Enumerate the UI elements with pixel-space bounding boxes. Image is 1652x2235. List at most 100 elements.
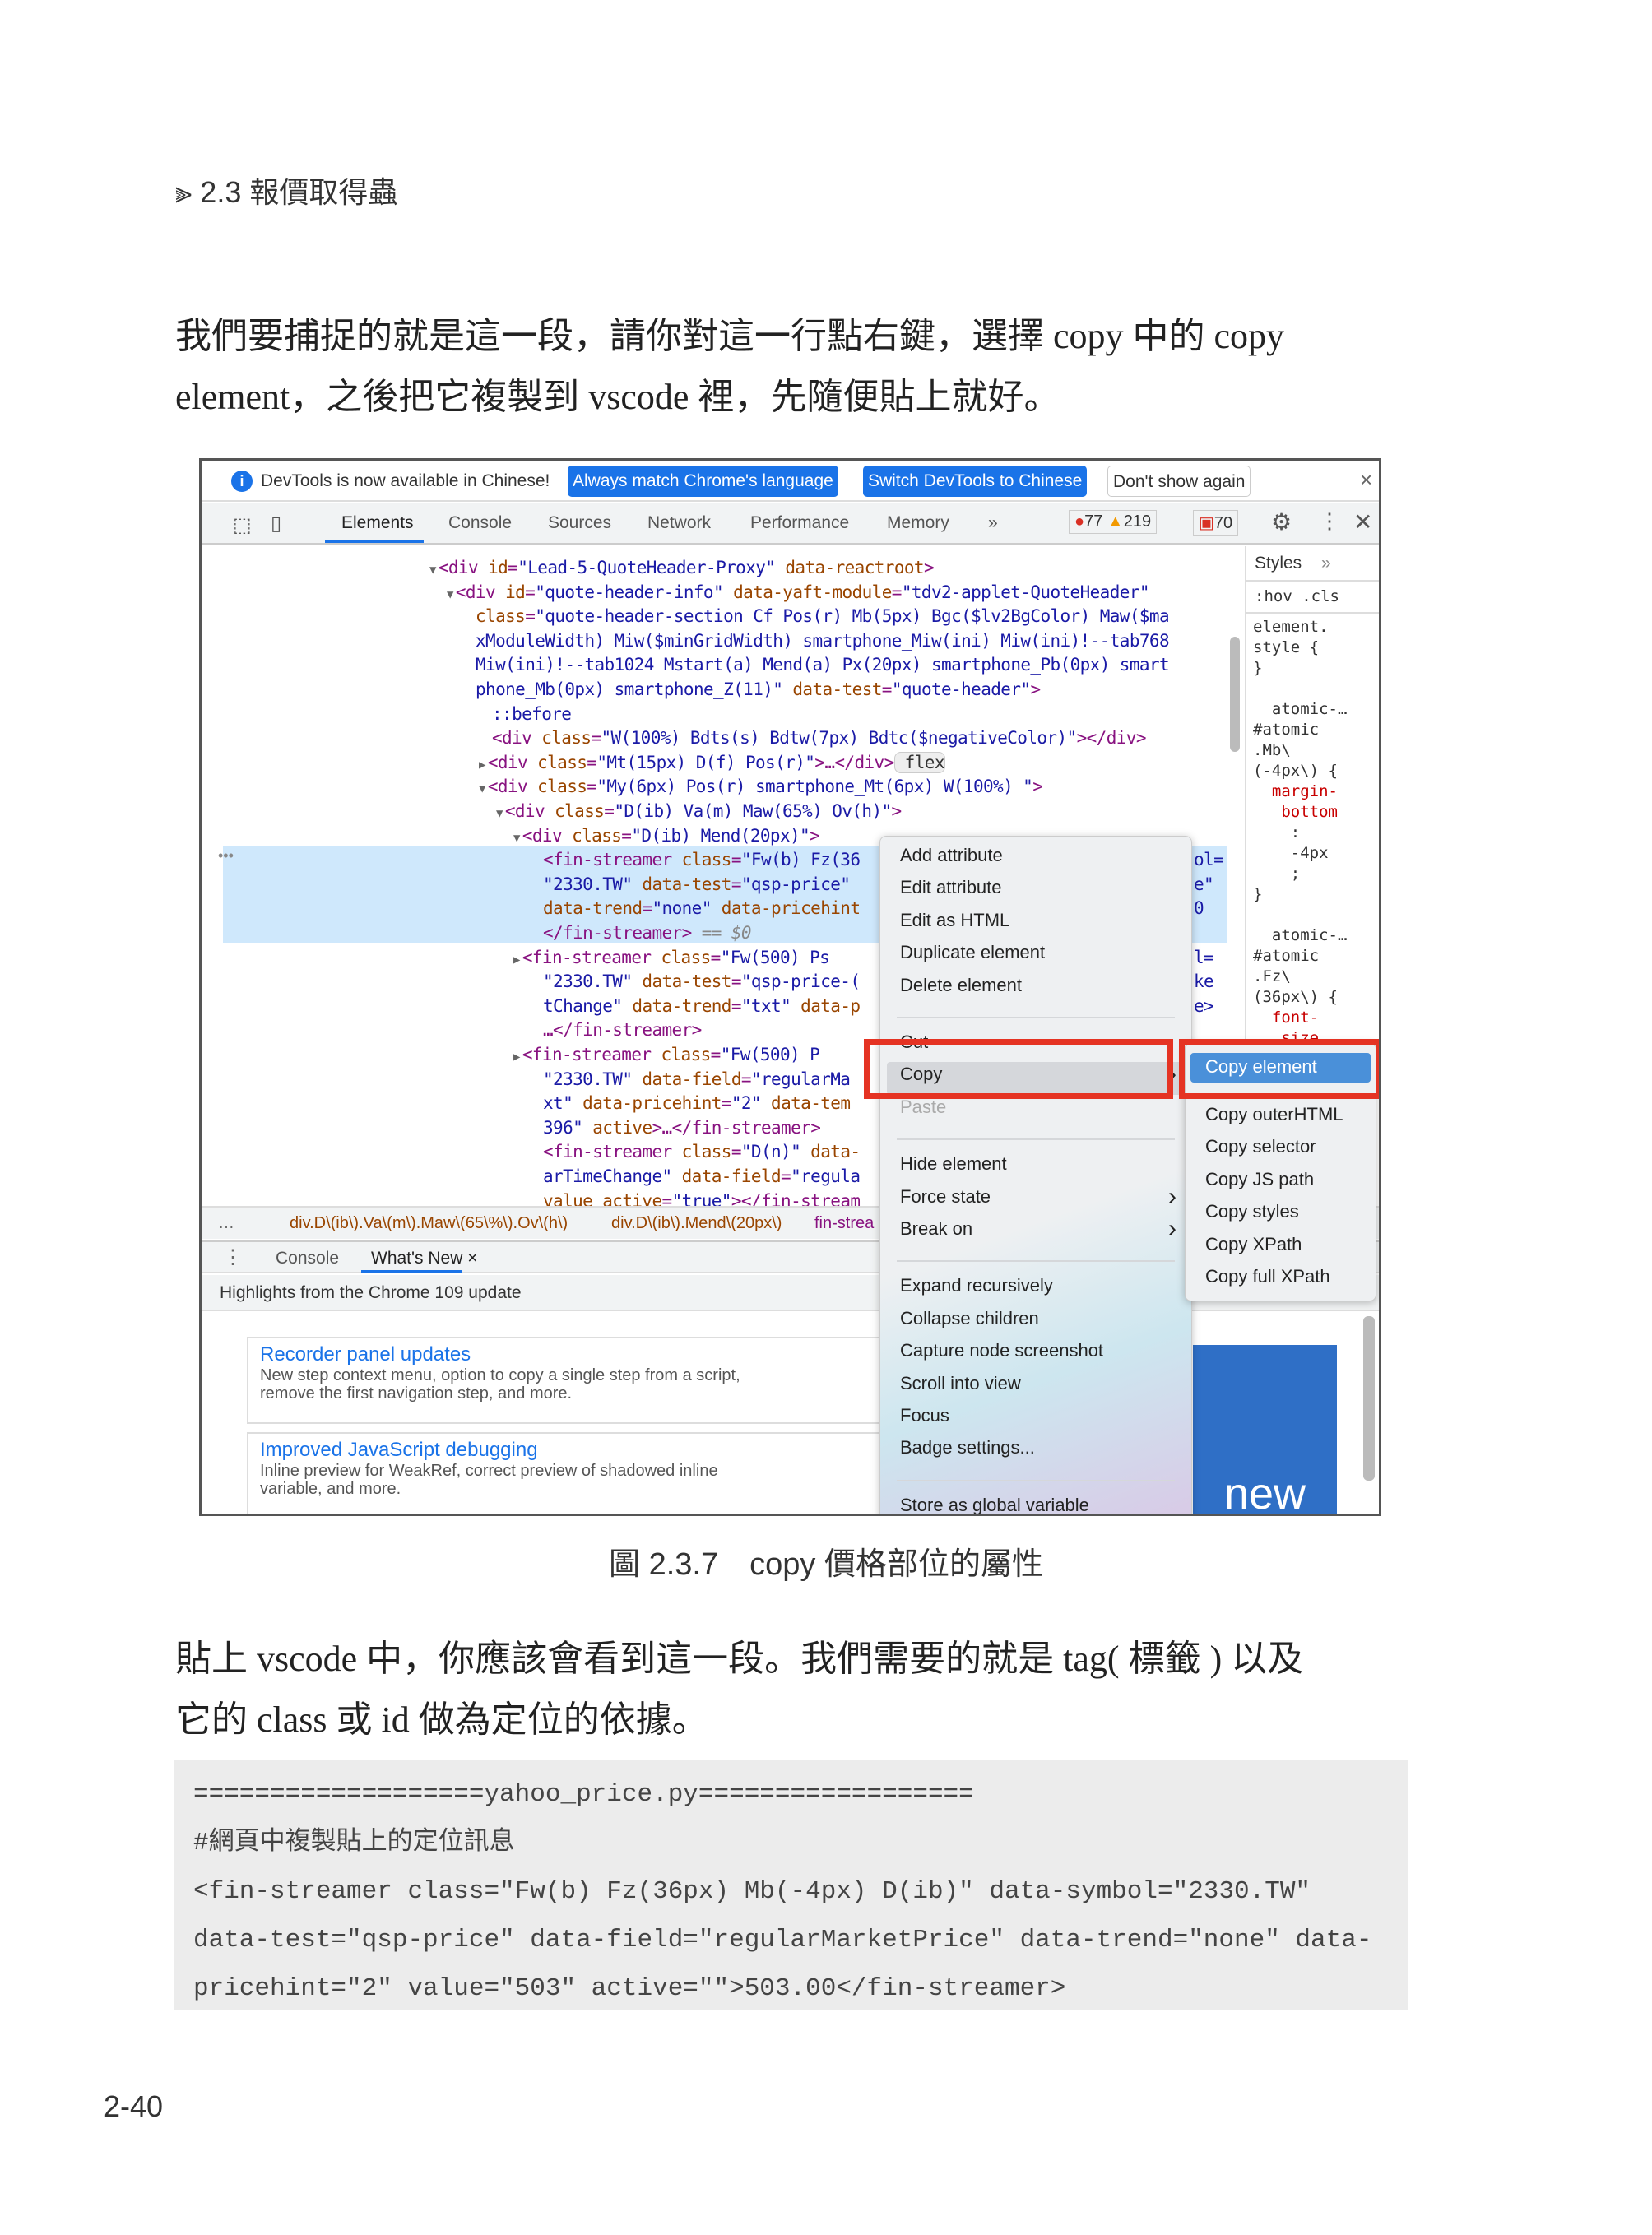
dom-node-line[interactable]: Miw(ini)!--tab1024 Mstart(a) Mend(a) Px(… [476, 653, 1170, 677]
menu-item-duplicate-element[interactable]: Duplicate element [900, 942, 1045, 963]
menu-item-break-on[interactable]: Break on [900, 1218, 972, 1240]
breadcrumb-item[interactable]: fin-strea [814, 1214, 874, 1233]
dom-node-line[interactable]: ▶ <div class="Mt(15px) D(f) Pos(r)">…</di… [479, 751, 945, 777]
dom-node-line[interactable]: 396" active>…</fin-streamer> [543, 1116, 821, 1140]
drawer-tab-whats-new[interactable]: What's New × [371, 1249, 477, 1268]
dom-node-line[interactable]: ::before [492, 702, 572, 726]
submenu-item-copy-full-xpath[interactable]: Copy full XPath [1205, 1266, 1330, 1287]
dom-node-line[interactable]: "2330.TW" data-field="regularMa [543, 1068, 851, 1092]
expand-toggle-icon[interactable]: ▶ [513, 953, 520, 967]
code-token: >…</div> [814, 752, 894, 772]
dom-node-line[interactable]: <div class="W(100%) Bdts(s) Bdtw(7px) Bd… [492, 726, 1146, 750]
dom-node-line[interactable]: <fin-streamer class="Fw(b) Fz(36 [543, 848, 861, 872]
drawer-tab-console[interactable]: Console [276, 1249, 339, 1268]
device-toolbar-icon[interactable]: ▯ [271, 512, 281, 536]
always-match-language-button[interactable]: Always match Chrome's language [568, 466, 838, 497]
dom-node-line[interactable]: ▼ <div id="quote-header-info" data-yaft-m… [447, 581, 1149, 607]
code-token: <div [492, 728, 542, 749]
close-tab-icon[interactable]: × [467, 1249, 477, 1268]
menu-item-collapse-children[interactable]: Collapse children [900, 1308, 1039, 1329]
tab-console[interactable]: Console [448, 513, 512, 533]
dont-show-again-button[interactable]: Don't show again [1107, 466, 1251, 497]
code-token: "regularMa [750, 1069, 851, 1089]
tab--[interactable]: » [988, 513, 998, 533]
dom-node-line[interactable]: ▼ <div class="D(ib) Mend(20px)"> [513, 824, 820, 851]
code-token: "Fw(b) Fz(36 [740, 850, 861, 870]
dom-node-line[interactable]: …</fin-streamer> [543, 1018, 702, 1042]
dom-node-line[interactable]: arTimeChange" data-field="regula [543, 1165, 861, 1189]
dom-node-line[interactable]: xModuleWidth) Miw($minGridWidth) smartph… [476, 629, 1170, 653]
menu-item-paste[interactable]: Paste [900, 1097, 946, 1118]
dom-node-line[interactable]: ▶ <fin-streamer class="Fw(500) P [513, 1043, 820, 1069]
breadcrumb-item[interactable]: div.D\(ib\).Mend\(20px\) [611, 1214, 782, 1233]
expand-toggle-icon[interactable]: ▼ [513, 832, 520, 845]
menu-item-delete-element[interactable]: Delete element [900, 975, 1022, 996]
menu-item-scroll-into-view[interactable]: Scroll into view [900, 1373, 1021, 1394]
dom-node-line[interactable]: ▶ <fin-streamer class="Fw(500) Ps [513, 946, 830, 972]
submenu-item-copy-selector[interactable]: Copy selector [1205, 1136, 1316, 1157]
drawer-menu-icon[interactable]: ⋮ [223, 1245, 243, 1269]
styles-tab[interactable]: Styles [1255, 554, 1302, 573]
expand-toggle-icon[interactable]: ▼ [496, 807, 503, 820]
dom-node-line[interactable]: ▼ <div class="My(6px) Pos(r) smartphone_M… [479, 775, 1043, 801]
issues-badge[interactable]: ▣70 [1193, 510, 1239, 536]
menu-item-hide-element[interactable]: Hide element [900, 1153, 1007, 1175]
dom-node-line[interactable]: ▼ <div id="Lead-5-QuoteHeader-Proxy" data… [429, 556, 935, 582]
dom-node-line[interactable]: </fin-streamer> == $0 [543, 921, 752, 945]
menu-item-edit-as-html[interactable]: Edit as HTML [900, 910, 1009, 931]
expand-toggle-icon[interactable]: ▶ [513, 1050, 520, 1064]
dom-node-line[interactable]: data-trend="none" data-pricehint [543, 897, 861, 920]
menu-item-force-state[interactable]: Force state [900, 1186, 991, 1208]
card-title[interactable]: Improved JavaScript debugging [248, 1434, 903, 1462]
dom-node-line[interactable]: <fin-streamer class="D(n)" data- [543, 1140, 861, 1164]
dom-node-line[interactable]: phone_Mb(0px) smartphone_Z(11)" data-tes… [476, 678, 1041, 702]
menu-item-edit-attribute[interactable]: Edit attribute [900, 877, 1002, 898]
more-tabs-icon[interactable]: » [1321, 554, 1331, 573]
menu-item-add-attribute[interactable]: Add attribute [900, 845, 1003, 866]
card-title[interactable]: Recorder panel updates [248, 1338, 903, 1366]
code-token: > [1032, 777, 1043, 797]
tab-performance[interactable]: Performance [750, 513, 849, 533]
expand-toggle-icon[interactable]: ▼ [429, 563, 436, 577]
tab-memory[interactable]: Memory [887, 513, 949, 533]
close-icon[interactable]: × [1360, 467, 1372, 493]
submenu-item-copy-outerhtml[interactable]: Copy outerHTML [1205, 1104, 1343, 1125]
card-body: variable, and more. [260, 1480, 401, 1498]
drawer-scrollbar[interactable] [1363, 1316, 1375, 1481]
tab-network[interactable]: Network [647, 513, 711, 533]
dom-node-line[interactable]: ▼ <div class="D(ib) Va(m) Maw(65%) Ov(h)"… [496, 800, 902, 826]
console-counts-badge[interactable]: ●77 ▲219 [1069, 510, 1158, 534]
tab-sources[interactable]: Sources [548, 513, 611, 533]
menu-item-badge-settings-[interactable]: Badge settings... [900, 1437, 1035, 1458]
code-token: phone_Mb(0px) smartphone_Z(11)" [476, 679, 783, 699]
close-devtools-icon[interactable]: ✕ [1353, 508, 1372, 536]
dom-node-line[interactable]: xt" data-pricehint="2" data-tem [543, 1092, 851, 1115]
news-card[interactable]: Recorder panel updates New step context … [247, 1337, 905, 1424]
menu-item-store-as-global-variable[interactable]: Store as global variable [900, 1495, 1089, 1514]
breadcrumb-ellipsis[interactable]: … [218, 1214, 234, 1233]
styles-filter[interactable]: :hov .cls [1246, 582, 1379, 614]
dom-node-line[interactable]: "2330.TW" data-test="qsp-price-( [543, 970, 861, 994]
highlights-text: Highlights from the Chrome 109 update [220, 1283, 522, 1302]
submenu-item-copy-styles[interactable]: Copy styles [1205, 1201, 1299, 1222]
dom-node-line[interactable]: tChange" data-trend="txt" data-p [543, 995, 861, 1018]
dom-node-line[interactable]: class="quote-header-section Cf Pos(r) Mb… [476, 605, 1170, 628]
dom-node-line[interactable]: "2330.TW" data-test="qsp-price" [543, 873, 851, 897]
expand-toggle-icon[interactable]: ▶ [479, 758, 485, 772]
news-card[interactable]: Improved JavaScript debugging Inline pre… [247, 1432, 905, 1514]
menu-item-expand-recursively[interactable]: Expand recursively [900, 1275, 1053, 1296]
submenu-item-copy-xpath[interactable]: Copy XPath [1205, 1234, 1302, 1255]
tab-elements[interactable]: Elements [341, 513, 414, 533]
switch-to-chinese-button[interactable]: Switch DevTools to Chinese [863, 466, 1088, 497]
inspect-element-icon[interactable]: ⬚ [233, 513, 252, 537]
submenu-item-copy-js-path[interactable]: Copy JS path [1205, 1169, 1314, 1190]
style-line: atomic-… [1253, 700, 1348, 718]
code-token: class [541, 728, 592, 749]
more-options-icon[interactable]: ⋮ [1319, 508, 1340, 534]
menu-item-capture-node-screenshot[interactable]: Capture node screenshot [900, 1340, 1103, 1361]
breadcrumb-item[interactable]: div.D\(ib\).Va\(m\).Maw\(65\%\).Ov\(h\) [290, 1214, 568, 1233]
menu-item-focus[interactable]: Focus [900, 1405, 949, 1426]
gear-icon[interactable]: ⚙ [1271, 508, 1292, 536]
expand-toggle-icon[interactable]: ▼ [447, 588, 453, 601]
expand-toggle-icon[interactable]: ▼ [479, 782, 485, 795]
